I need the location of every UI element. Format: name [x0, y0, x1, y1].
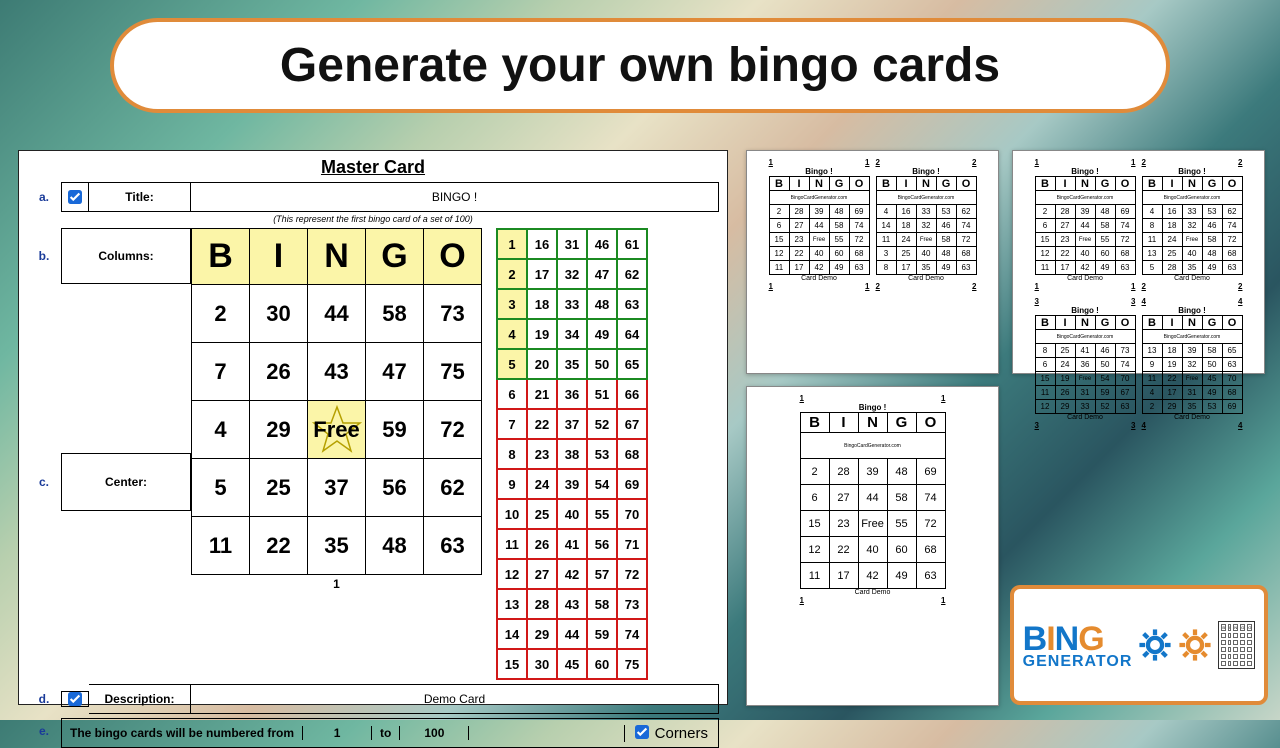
- editor-panel: Master Card a. Title: BINGO ! (This repr…: [18, 150, 728, 705]
- title-label: Title:: [89, 182, 191, 212]
- label-e: e.: [27, 714, 61, 748]
- page-title-text: Generate your own bingo cards: [280, 38, 1000, 93]
- description-label: Description:: [89, 684, 191, 714]
- reference-grid: 1163146612173247623183348634193449645203…: [496, 228, 648, 680]
- number-to-input[interactable]: 100: [399, 726, 469, 740]
- logo-mini-card: BINGO: [1218, 621, 1255, 669]
- master-card-heading: Master Card: [27, 157, 719, 178]
- preview-4up: 11Bingo !BINGOBingoCardGenerator.com2283…: [1012, 150, 1265, 374]
- preview-2up: 11Bingo !BINGOBingoCardGenerator.com2283…: [746, 150, 999, 374]
- row-description: d. Description: Demo Card: [27, 684, 719, 714]
- columns-label: Columns:: [61, 228, 191, 284]
- logo: BING GENERATOR BINGO: [1010, 585, 1268, 705]
- label-d: d.: [27, 692, 61, 706]
- row-title: a. Title: BINGO !: [27, 182, 719, 212]
- logo-text-2: GENERATOR: [1023, 653, 1133, 671]
- corners-label: Corners: [655, 725, 708, 742]
- number-text-1: The bingo cards will be numbered from: [62, 726, 302, 740]
- page-title: Generate your own bingo cards: [110, 18, 1170, 113]
- label-b: b.: [27, 228, 61, 284]
- description-checkbox[interactable]: [61, 691, 89, 707]
- center-label: Center:: [61, 453, 191, 511]
- label-c: c.: [27, 453, 61, 511]
- check-icon: [68, 692, 82, 706]
- subtitle: (This represent the first bingo card of …: [27, 214, 719, 224]
- check-icon: [68, 190, 82, 204]
- number-from-input[interactable]: 1: [302, 726, 372, 740]
- gear-icon: [1138, 628, 1172, 662]
- preview-1up: 11Bingo !BINGOBingoCardGenerator.com2283…: [746, 386, 999, 706]
- label-a: a.: [27, 182, 61, 212]
- bingo-card[interactable]: BINGO230445873726434775429Free5972525375…: [191, 228, 482, 575]
- description-input[interactable]: Demo Card: [191, 684, 719, 714]
- title-checkbox[interactable]: [61, 182, 89, 212]
- title-input[interactable]: BINGO !: [191, 182, 719, 212]
- row-numbering: e. The bingo cards will be numbered from…: [27, 714, 719, 748]
- corners-checkbox[interactable]: [635, 725, 649, 742]
- number-text-2: to: [372, 726, 399, 740]
- gear-icon: [1178, 628, 1212, 662]
- card-number: 1: [191, 577, 482, 591]
- check-icon: [635, 725, 649, 739]
